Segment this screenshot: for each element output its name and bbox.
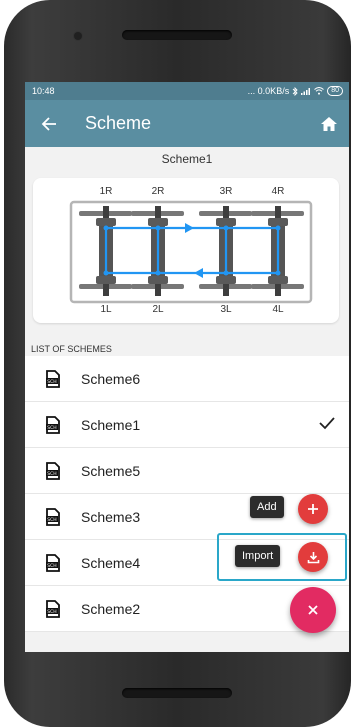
svg-text:SCH: SCH (47, 517, 56, 523)
path-arrow-right (185, 223, 194, 233)
page-title: Scheme (85, 113, 152, 133)
list-item-label: Scheme5 (81, 462, 141, 479)
close-icon (308, 605, 318, 615)
plus-icon (308, 504, 318, 514)
list-item-label: Scheme2 (81, 600, 141, 617)
signal-icon (301, 88, 311, 95)
import-label[interactable]: Import (235, 545, 281, 567)
svg-text:SCH: SCH (47, 609, 56, 615)
battery-level: 80 (327, 86, 343, 96)
list-header: LIST OF SCHEMES (31, 344, 112, 354)
list-item-scheme1[interactable]: SCH Scheme1 (25, 402, 349, 448)
axle-label-3l: 3L (220, 304, 232, 315)
scheme-file-icon: SCH (25, 369, 81, 388)
status-time: 10:48 (32, 86, 55, 96)
status-bar: 10:48 ... 0.0KB/s 80 (25, 82, 349, 100)
svg-text:SCH: SCH (47, 471, 56, 477)
front-camera (74, 32, 82, 40)
scheme-file-icon: SCH (25, 461, 81, 480)
axle-label-4l: 4L (272, 304, 284, 315)
add-label[interactable]: Add (250, 496, 284, 518)
svg-text:SCH: SCH (47, 379, 56, 385)
import-button[interactable] (298, 542, 328, 572)
scheme-file-icon: SCH (25, 553, 81, 572)
list-item-scheme6[interactable]: SCH Scheme6 (25, 356, 349, 402)
list-item-label: Scheme6 (81, 370, 141, 387)
measurement-path (104, 226, 280, 275)
path-arrow-left (194, 268, 203, 278)
axle-label-2l: 2L (152, 304, 164, 315)
earpiece-speaker (122, 30, 232, 40)
scheme-file-icon: SCH (25, 415, 81, 434)
list-item-scheme5[interactable]: SCH Scheme5 (25, 448, 349, 494)
bottom-speaker (122, 688, 232, 698)
status-indicators: ... 0.0KB/s 80 (248, 86, 343, 96)
svg-text:SCH: SCH (47, 563, 56, 569)
phone-frame: 10:48 ... 0.0KB/s 80 Scheme Scheme1 1R 2… (4, 0, 351, 727)
list-item-label: Scheme1 (81, 416, 141, 433)
list-item-label: Scheme3 (81, 508, 141, 525)
axle-label-1l: 1L (100, 304, 112, 315)
add-button[interactable] (298, 494, 328, 524)
app-bar: Scheme (25, 100, 349, 147)
network-speed: ... 0.0KB/s (247, 86, 290, 96)
check-icon (319, 416, 335, 435)
download-icon (307, 551, 319, 563)
bogie-diagram (69, 200, 313, 304)
svg-text:SCH: SCH (47, 425, 56, 431)
close-fab-button[interactable] (290, 587, 336, 633)
bluetooth-icon (292, 86, 298, 96)
screen: 10:48 ... 0.0KB/s 80 Scheme Scheme1 1R 2… (25, 82, 349, 652)
current-scheme-name: Scheme1 (161, 152, 213, 166)
scheme-file-icon: SCH (25, 507, 81, 526)
back-arrow-icon[interactable] (25, 100, 73, 147)
scheme-diagram: 1R 2R 3R 4R 1L 2L 3L 4L (33, 178, 339, 323)
wifi-icon (314, 87, 325, 95)
list-item-label: Scheme4 (81, 554, 141, 571)
home-icon[interactable] (309, 100, 349, 147)
scheme-file-icon: SCH (25, 599, 81, 618)
